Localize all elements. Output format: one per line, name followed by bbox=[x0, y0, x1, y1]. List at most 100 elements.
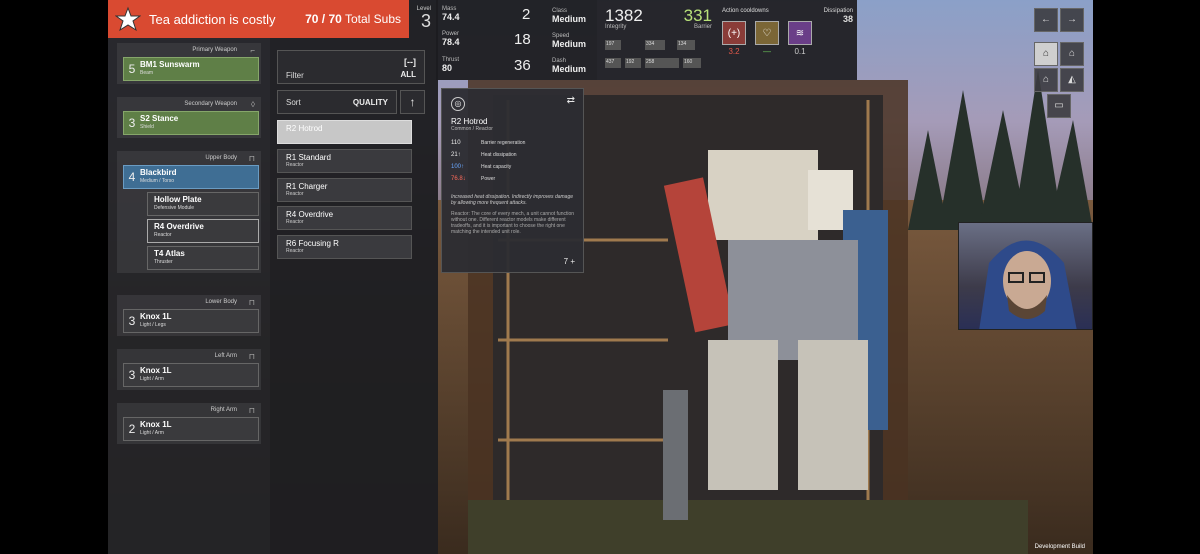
barrier-label: Barrier bbox=[693, 24, 712, 30]
part-list-item[interactable]: R1 Standard Reactor bbox=[277, 149, 412, 173]
sort-value: QUALITY bbox=[352, 98, 388, 107]
compare-swap-icon[interactable]: ⇄ bbox=[567, 95, 575, 106]
cooldowns-title: Action cooldowns bbox=[722, 8, 769, 14]
cooldown-value: — bbox=[763, 47, 771, 56]
slot-header: Secondary Weapon ◊ bbox=[184, 100, 255, 109]
cooldown-value: 3.2 bbox=[728, 47, 740, 56]
integrity-cell: 258 bbox=[645, 58, 679, 68]
view-garage-icon[interactable]: ⌂ bbox=[1034, 42, 1058, 66]
tooltip-title: R2 Hotrod bbox=[451, 117, 488, 126]
integrity-cell: 334 bbox=[645, 40, 665, 50]
subs-label: Total Subs bbox=[344, 12, 401, 26]
tooltip-stat-row: 100↑ Heat capacity bbox=[451, 164, 512, 170]
sort-control[interactable]: Sort QUALITY bbox=[277, 90, 397, 114]
slot-secondary-weapon: Secondary Weapon ◊ 3 S2 Stance Shield bbox=[117, 97, 261, 138]
level-value: 3 bbox=[420, 11, 431, 31]
integrity-value: 1382 bbox=[605, 6, 643, 25]
slot-item[interactable]: 3 S2 Stance Shield bbox=[123, 111, 259, 135]
filter-icon: [--] bbox=[404, 57, 416, 67]
slot-item[interactable]: 3 Knox 1L Light / Arm bbox=[123, 363, 259, 387]
slot-lower-body: Lower Body ⊓ 3 Knox 1L Light / Legs bbox=[117, 295, 261, 336]
slot-header: Lower Body ⊓ bbox=[205, 298, 255, 307]
level-indicator: Level 3 bbox=[409, 6, 431, 30]
arm-icon: ⊓ bbox=[248, 352, 255, 361]
dissipation-stat: Dissipation 38 bbox=[823, 8, 853, 24]
sort-label: Sort bbox=[286, 98, 301, 107]
integrity-panel: 1382 331 Integrity Barrier 197 334 134 4… bbox=[597, 0, 718, 80]
slot-header: Left Arm ⊓ bbox=[214, 352, 255, 361]
mech-stats: Mass 74.4 Power 78.4 Thrust 80 2 18 36 Clas… bbox=[436, 0, 597, 80]
tooltip-stat-row: 21↑ Heat dissipation bbox=[451, 152, 517, 158]
tooltip-description: Increased heat dissipation. Indirectly i… bbox=[451, 194, 574, 206]
integrity-cell: 192 bbox=[625, 58, 641, 68]
thrust-stat: Thrust 80 bbox=[442, 57, 460, 73]
development-build-label: Development Build bbox=[1034, 544, 1085, 550]
view-home-icon[interactable]: ⌂ bbox=[1060, 42, 1084, 66]
slot-header: Right Arm ⊓ bbox=[210, 406, 255, 415]
slot-right-arm: Right Arm ⊓ 2 Knox 1L Light / Arm bbox=[117, 403, 261, 444]
speed-stat: Speed Medium bbox=[552, 33, 587, 49]
tooltip-lore: Reactor: The core of every mech, a unit … bbox=[451, 211, 575, 235]
game-viewport: Tea addiction is costly 70 / 70 Total Su… bbox=[108, 0, 1093, 554]
tooltip-count: 7 + bbox=[563, 257, 575, 266]
part-list-item[interactable]: R1 Charger Reactor bbox=[277, 178, 412, 202]
integrity-cell: 197 bbox=[605, 40, 621, 50]
subs-count: 70 / 70 bbox=[305, 12, 342, 26]
part-list-item[interactable]: R6 Focusing R Reactor bbox=[277, 235, 412, 259]
legs-icon: ⊓ bbox=[248, 298, 255, 307]
tooltip-stat-row: 110 Barrier regeneration bbox=[451, 140, 526, 146]
slot-primary-weapon: Primary Weapon ⌐ 5 BM1 Sunswarm Beam bbox=[117, 43, 261, 84]
forward-arrow-icon[interactable]: → bbox=[1060, 8, 1084, 32]
view-terrain-icon[interactable]: ◭ bbox=[1060, 68, 1084, 92]
arm-icon: ⊓ bbox=[248, 406, 255, 415]
slot-item[interactable]: 3 Knox 1L Light / Legs bbox=[123, 309, 259, 333]
barrier-value: 331 bbox=[683, 6, 712, 25]
torso-icon: ⊓ bbox=[248, 154, 255, 163]
slot-item[interactable]: 4 Blackbird Medium / Torso bbox=[123, 165, 259, 189]
view-hangar-icon[interactable]: ⌂ bbox=[1034, 68, 1058, 92]
filter-label: Filter bbox=[286, 71, 304, 80]
weapon-icon: ⌐ bbox=[250, 46, 255, 55]
integrity-cell: 437 bbox=[605, 58, 621, 68]
streamer-avatar bbox=[979, 240, 1077, 329]
part-list-item[interactable]: R4 Overdrive Reactor bbox=[277, 206, 412, 230]
shield-action-icon[interactable]: ♡ bbox=[755, 21, 779, 45]
integrity-cell: 160 bbox=[683, 58, 701, 68]
slot-left-arm: Left Arm ⊓ 3 Knox 1L Light / Arm bbox=[117, 349, 261, 390]
shield-icon: ◊ bbox=[251, 100, 255, 109]
slot-header: Upper Body ⊓ bbox=[205, 154, 255, 163]
cooldown-value: 0.1 bbox=[794, 47, 806, 56]
tooltip-stat-row: 76.8↓ Power bbox=[451, 176, 496, 182]
sub-slot[interactable]: Hollow Plate Defensive Module bbox=[147, 192, 259, 216]
dash-action-icon[interactable]: ≋ bbox=[788, 21, 812, 45]
integrity-cell: 134 bbox=[677, 40, 695, 50]
notification-message: Tea addiction is costly bbox=[149, 11, 276, 27]
mass-stat: Mass 74.4 bbox=[442, 6, 460, 22]
class-stat: Class Medium bbox=[552, 8, 587, 24]
filter-value: ALL bbox=[400, 70, 416, 79]
mass-number: 2 bbox=[522, 6, 531, 23]
slot-item[interactable]: 5 BM1 Sunswarm Beam bbox=[123, 57, 259, 81]
filter-control[interactable]: Filter [--] ALL bbox=[277, 50, 425, 84]
sub-slot[interactable]: T4 Atlas Thruster bbox=[147, 246, 259, 270]
star-badge-icon bbox=[113, 4, 143, 34]
sort-direction-button[interactable]: ↑ bbox=[400, 90, 425, 114]
camera-icon[interactable]: ▭ bbox=[1047, 94, 1071, 118]
overdrive-action-button[interactable]: (+) bbox=[722, 21, 746, 45]
integrity-label: Integrity bbox=[605, 24, 627, 30]
notification-banner[interactable]: Tea addiction is costly 70 / 70 Total Su… bbox=[108, 0, 409, 38]
sub-slot-selected[interactable]: R4 Overdrive Reactor bbox=[147, 219, 259, 243]
reactor-icon: ◎ bbox=[451, 97, 465, 111]
part-tooltip: ◎ ⇄ R2 Hotrod Common / Reactor 110 Barrie… bbox=[441, 88, 584, 273]
cooldowns-panel: Action cooldowns Dissipation 38 (+) ♡ ≋ 3… bbox=[718, 0, 857, 80]
power-number: 18 bbox=[514, 31, 531, 48]
slot-upper-body: Upper Body ⊓ 4 Blackbird Medium / Torso Hol… bbox=[117, 151, 261, 273]
part-list-item-selected[interactable]: R2 Hotrod bbox=[277, 120, 412, 144]
webcam-overlay bbox=[958, 222, 1093, 330]
slot-header: Primary Weapon ⌐ bbox=[192, 46, 255, 55]
slot-item[interactable]: 2 Knox 1L Light / Arm bbox=[123, 417, 259, 441]
subs-counter: 70 / 70 Total Subs bbox=[305, 12, 401, 26]
back-arrow-icon[interactable]: ← bbox=[1034, 8, 1058, 32]
thrust-number: 36 bbox=[514, 57, 531, 74]
dash-stat: Dash Medium bbox=[552, 58, 587, 74]
